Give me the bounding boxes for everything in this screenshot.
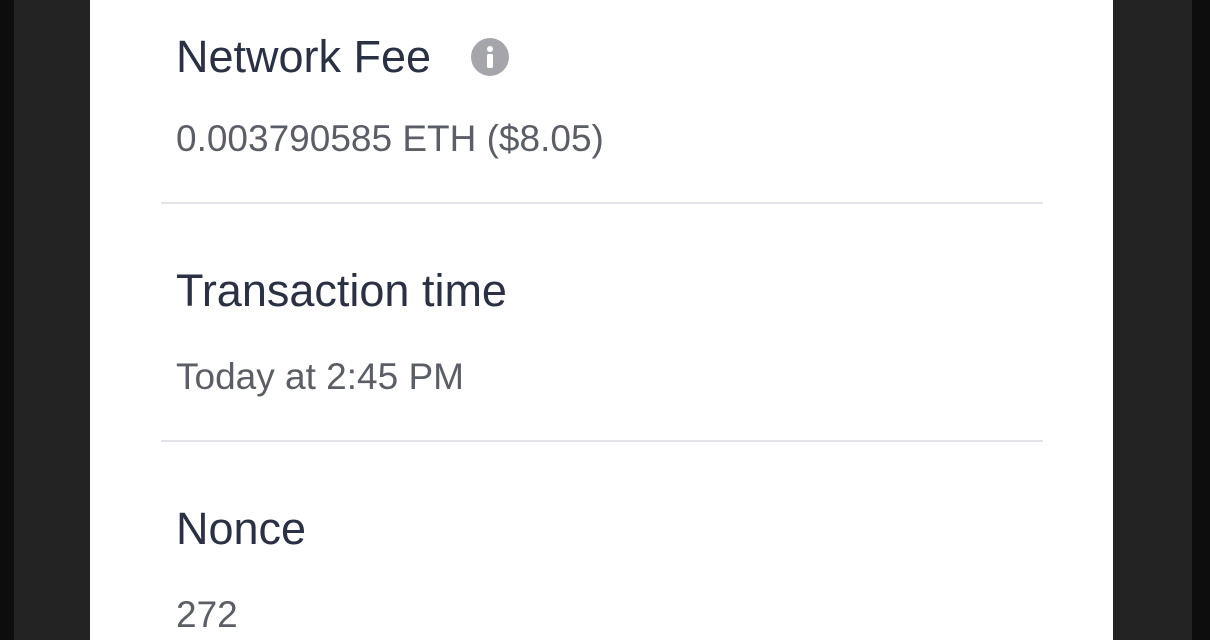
nonce-label: Nonce (176, 503, 307, 554)
info-icon[interactable] (471, 37, 510, 76)
device-frame: Network Fee 0.003790585 ETH ($8.05) Tran… (0, 0, 1210, 640)
divider (161, 440, 1043, 442)
divider (161, 202, 1043, 204)
device-edge-right (1192, 0, 1210, 640)
transaction-details-screen: Network Fee 0.003790585 ETH ($8.05) Tran… (90, 0, 1113, 640)
device-edge-left (0, 0, 14, 640)
network-fee-label-row: Network Fee (176, 34, 1036, 79)
transaction-time-section: Transaction time Today at 2:45 PM (176, 268, 1036, 408)
network-fee-section: Network Fee 0.003790585 ETH ($8.05) (176, 34, 1036, 174)
network-fee-label: Network Fee (176, 31, 432, 82)
transaction-time-label: Transaction time (176, 265, 507, 316)
network-fee-value: 0.003790585 ETH ($8.05) (176, 118, 604, 159)
nonce-value: 272 (176, 594, 238, 635)
nonce-section: Nonce 272 (176, 506, 1036, 640)
transaction-time-value: Today at 2:45 PM (176, 356, 464, 397)
info-icon-glyph (487, 45, 494, 68)
